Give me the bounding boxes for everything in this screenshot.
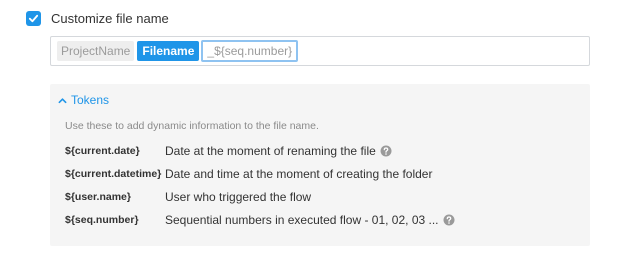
tokens-toggle[interactable]: Tokens [58,93,109,107]
token-code: ${user.name} [65,191,131,203]
token-chip-seq-number[interactable]: _${seq.number} [201,40,299,62]
token-row-seq-number: ${seq.number} Sequential numbers in exec… [65,212,455,228]
token-description-text: Sequential numbers in executed flow - 01… [165,213,439,227]
customize-file-name-row[interactable]: Customize file name [26,11,169,26]
tokens-toggle-label[interactable]: Tokens [71,93,109,107]
tokens-panel: Tokens Use these to add dynamic informat… [50,84,590,246]
token-chip-projectname[interactable]: ProjectName [57,41,135,61]
checkmark-icon [28,14,39,23]
help-icon[interactable] [380,145,392,157]
token-row-current-date: ${current.date} Date at the moment of re… [65,143,392,159]
token-description: Sequential numbers in executed flow - 01… [165,213,455,227]
token-description: User who triggered the flow [165,190,311,204]
tokens-hint: Use these to add dynamic information to … [65,120,319,132]
token-code: ${current.date} [65,145,140,157]
customize-file-name-label[interactable]: Customize file name [51,11,169,26]
token-description-text: Date and time at the moment of creating … [165,167,433,181]
token-description-text: Date at the moment of renaming the file [165,144,376,158]
token-chip-filename[interactable]: Filename [137,41,200,61]
token-code: ${current.datetime} [65,168,162,180]
token-description: Date and time at the moment of creating … [165,167,432,181]
token-code: ${seq.number} [65,214,139,226]
token-description: Date at the moment of renaming the file [165,144,392,158]
customize-file-name-checkbox[interactable] [26,11,41,26]
file-name-input[interactable]: ProjectName Filename _${seq.number} [50,36,590,66]
token-description-text: User who triggered the flow [165,190,312,204]
token-row-current-datetime: ${current.datetime} Date and time at the… [65,166,432,182]
token-row-user-name: ${user.name} User who triggered the flow [65,189,311,205]
chevron-up-icon [58,97,67,103]
help-icon[interactable] [443,214,455,226]
